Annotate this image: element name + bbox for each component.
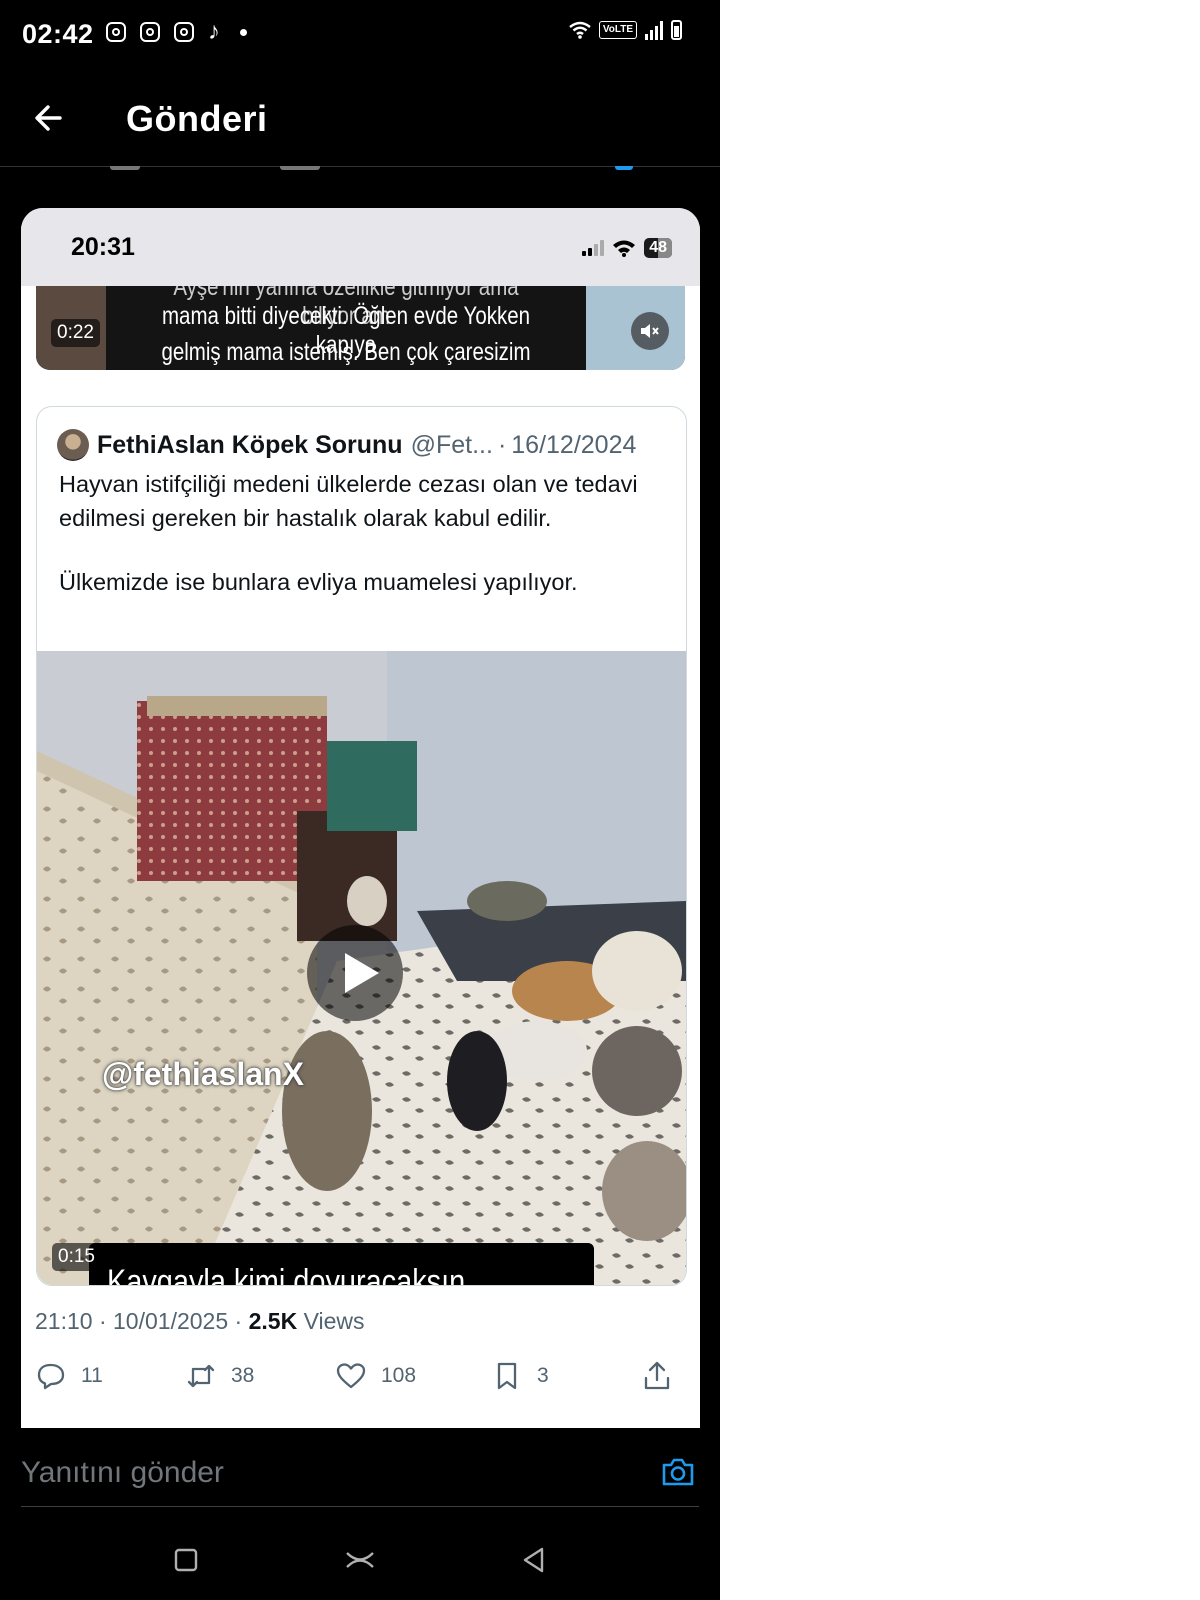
- quote-paragraph: Hayvan istifçiliği medeni ülkelerde ceza…: [59, 471, 638, 531]
- page-title: Gönderi: [126, 98, 268, 139]
- battery-icon: [671, 20, 682, 40]
- repost-icon: [187, 1364, 215, 1388]
- back-triangle-icon[interactable]: [518, 1544, 550, 1576]
- instagram-icon: [140, 22, 160, 42]
- tweet-date: 10/01/2025: [113, 1308, 229, 1334]
- quote-paragraph: Ülkemizde ise bunlara evliya muamelesi y…: [59, 569, 578, 595]
- separator-dot: ·: [497, 430, 507, 459]
- top-video[interactable]: Ayşe'nin yanına özellikle gitmiyor ama b…: [36, 286, 685, 370]
- bookmark-count: 3: [537, 1364, 549, 1387]
- like-button[interactable]: 108: [335, 1346, 416, 1406]
- like-count: 108: [381, 1364, 417, 1387]
- quoted-tweet[interactable]: FethiAslan Köpek Sorunu @Fet... · 16/12/…: [36, 406, 687, 1286]
- share-button[interactable]: [641, 1346, 673, 1406]
- repost-button[interactable]: 38: [185, 1346, 254, 1406]
- more-dot-icon: [240, 28, 247, 36]
- play-icon[interactable]: [307, 925, 403, 1021]
- ios-status-bar: 20:31 48: [21, 208, 700, 286]
- ios-status-icons: 48: [582, 238, 672, 258]
- separator-dot: ·: [98, 1308, 107, 1334]
- quote-text: Hayvan istifçiliği medeni ülkelerde ceza…: [59, 467, 659, 599]
- video-watermark: @fethiaslanX: [102, 1056, 304, 1092]
- recents-icon[interactable]: [170, 1544, 202, 1576]
- video-caption-text: Kavgayla kimi doyuracaksın: [107, 1263, 466, 1285]
- repost-count: 38: [231, 1364, 255, 1387]
- author-name[interactable]: FethiAslan Köpek Sorunu: [97, 431, 403, 460]
- video-duration: 0:22: [51, 319, 100, 347]
- video-subtitle-line: gelmiş mama istemiş. Ben çok çaresizim n…: [161, 338, 531, 370]
- tiktok-icon: ♪: [208, 18, 220, 45]
- notification-icons: ♪: [106, 18, 247, 45]
- quote-video[interactable]: @fethiaslanX Kavgayla kimi doyuracaksın …: [37, 651, 686, 1285]
- embedded-screenshot[interactable]: 20:31 48 Ayşe'nin yanına özellikle gitmi…: [21, 208, 700, 1428]
- video-duration: 0:15: [52, 1243, 101, 1271]
- instagram-icon: [174, 22, 194, 42]
- status-bar: 02:42 ♪ VoLTE: [0, 0, 720, 70]
- views-label: Views: [303, 1308, 365, 1334]
- video-caption: Kavgayla kimi doyuracaksın: [89, 1243, 594, 1285]
- ios-battery-icon: 48: [644, 238, 672, 258]
- ios-wifi-icon: [613, 240, 636, 257]
- bookmark-button[interactable]: 3: [491, 1346, 549, 1406]
- reply-icon: [37, 1363, 65, 1390]
- quote-date: 16/12/2024: [511, 430, 637, 459]
- avatar[interactable]: [57, 429, 89, 461]
- ios-time: 20:31: [71, 233, 135, 261]
- tweet-meta: 21:10 · 10/01/2025 · 2.5K Views: [35, 1308, 365, 1335]
- bookmark-icon: [497, 1362, 517, 1390]
- instagram-icon: [106, 22, 126, 42]
- volte-badge: VoLTE: [598, 21, 637, 39]
- status-time: 02:42: [22, 19, 94, 49]
- ios-battery-level: 48: [649, 239, 667, 256]
- views-count: 2.5K: [248, 1308, 298, 1334]
- action-bar: 11 38 108 3: [35, 1346, 685, 1406]
- heart-icon: [336, 1363, 366, 1389]
- phone-screen: 02:42 ♪ VoLTE Gönderi 20:31 48 Ayşe'nin …: [0, 0, 720, 1600]
- reply-count: 11: [81, 1364, 103, 1387]
- divider: [21, 1506, 699, 1507]
- clipped-previous-text: [0, 166, 720, 176]
- app-header: Gönderi: [0, 70, 720, 167]
- quote-header: FethiAslan Köpek Sorunu @Fet... · 16/12/…: [57, 429, 636, 461]
- volume-muted-icon[interactable]: [631, 312, 669, 350]
- camera-icon[interactable]: [660, 1454, 696, 1490]
- ios-signal-icon: [582, 240, 605, 256]
- system-navigation-bar: [0, 1524, 720, 1600]
- wifi-icon: [569, 21, 591, 39]
- reply-composer: Yanıtını gönder: [0, 1428, 720, 1524]
- arrow-left-icon[interactable]: [30, 98, 70, 138]
- signal-icon: [645, 20, 663, 40]
- separator-dot: ·: [234, 1308, 243, 1334]
- reply-input[interactable]: Yanıtını gönder: [21, 1456, 224, 1490]
- home-icon[interactable]: [344, 1544, 376, 1576]
- tweet-time: 21:10: [35, 1308, 93, 1334]
- author-handle: @Fet...: [410, 430, 493, 459]
- share-icon: [644, 1361, 670, 1390]
- system-icons: VoLTE: [569, 20, 682, 40]
- reply-button[interactable]: 11: [35, 1346, 103, 1406]
